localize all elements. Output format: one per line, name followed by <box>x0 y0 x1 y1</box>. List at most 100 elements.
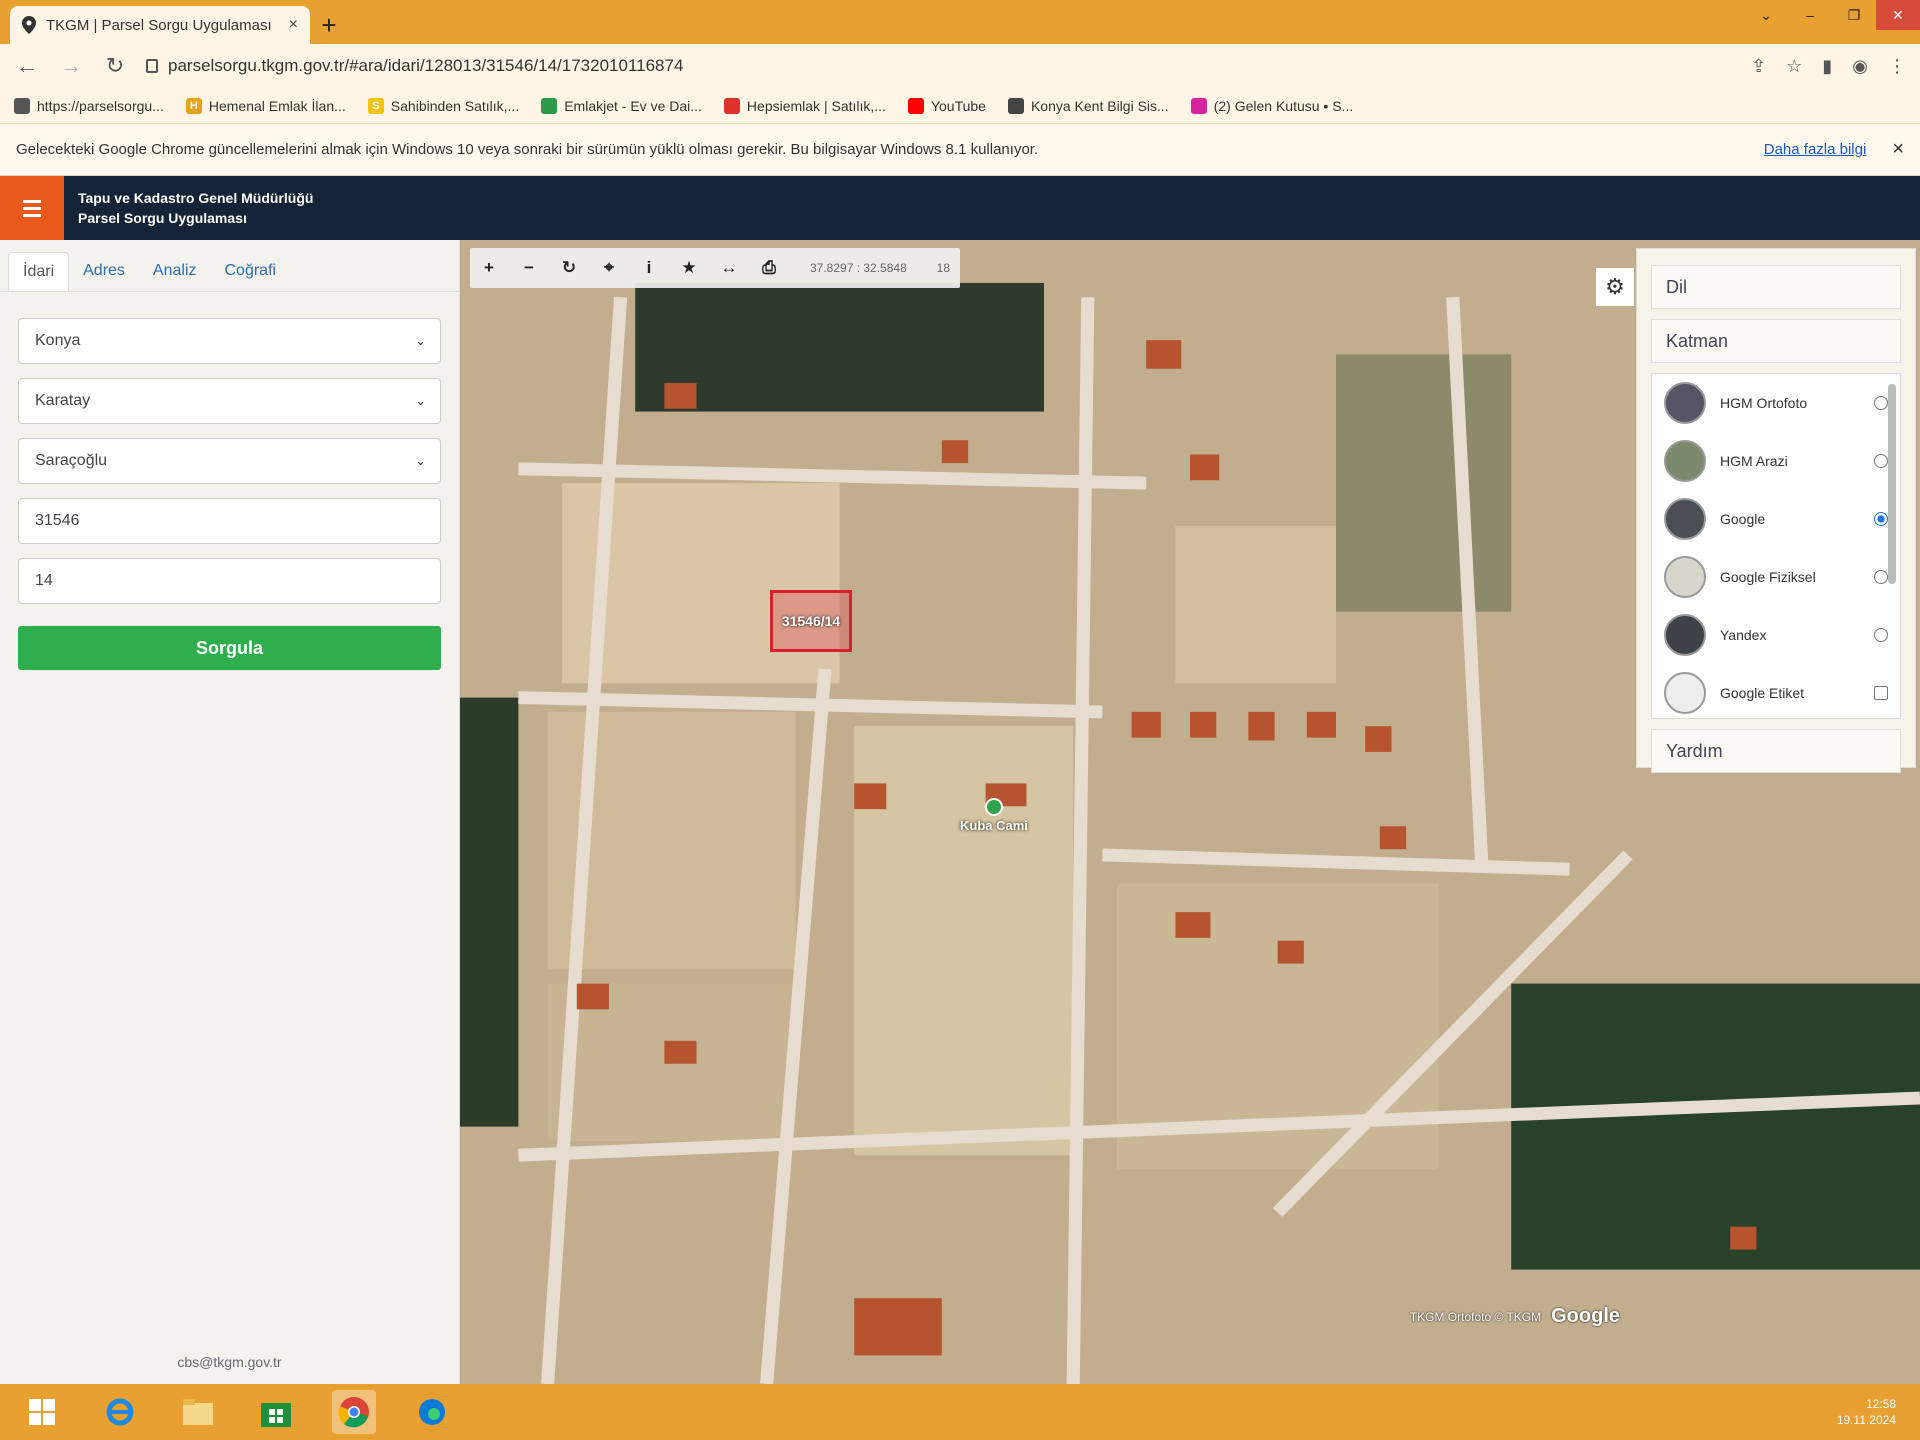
bookmark-item[interactable]: H Hemenal Emlak İlan... <box>185 97 346 114</box>
layer-item[interactable]: Yandex <box>1652 606 1900 664</box>
layer-radio[interactable] <box>1874 570 1888 584</box>
map-pin-icon <box>22 16 36 34</box>
bookmark-item[interactable]: Konya Kent Bilgi Sis... <box>1007 97 1169 114</box>
infobar-message: Gelecekteki Google Chrome güncellemeleri… <box>16 141 1039 158</box>
layer-scrollbar[interactable] <box>1888 384 1896 584</box>
system-tray-clock[interactable]: 12:58 19.11.2024 <box>1837 1396 1920 1428</box>
layer-radio[interactable] <box>1874 396 1888 410</box>
layer-name: Google Etiket <box>1720 685 1805 701</box>
tab-idari[interactable]: İdari <box>8 252 70 291</box>
selected-parcel[interactable]: 31546/14 <box>770 590 852 652</box>
layer-radio[interactable] <box>1874 628 1888 642</box>
file-explorer-icon[interactable] <box>176 1390 220 1434</box>
tab-title: TKGM | Parsel Sorgu Uygulaması <box>46 16 272 34</box>
neighborhood-select[interactable]: Saraçoğlu ⌄ <box>18 438 441 484</box>
side-panel-icon[interactable]: ▮ <box>1822 56 1832 77</box>
layer-item[interactable]: Google Fiziksel <box>1652 548 1900 606</box>
bookmark-item[interactable]: S Sahibinden Satılık,... <box>367 97 519 114</box>
bookmark-label: (2) Gelen Kutusu • S... <box>1213 97 1354 114</box>
parcel-number-input[interactable]: 14 <box>18 558 441 604</box>
layer-item[interactable]: Google Etiket <box>1652 664 1900 718</box>
layers-section-header[interactable]: Katman <box>1651 319 1901 363</box>
block-number-input[interactable]: 31546 <box>18 498 441 544</box>
query-button[interactable]: Sorgula <box>18 626 441 670</box>
close-window-button[interactable]: ✕ <box>1876 0 1920 30</box>
layer-item[interactable]: HGM Ortofoto <box>1652 374 1900 432</box>
more-info-link[interactable]: Daha fazla bilgi <box>1764 141 1867 158</box>
youtube-icon <box>907 97 924 114</box>
layer-checkbox[interactable] <box>1874 686 1888 700</box>
star-icon[interactable]: ☆ <box>1786 56 1802 77</box>
globe-icon <box>1007 97 1024 114</box>
bookmark-item[interactable]: Emlakjet - Ev ve Dai... <box>541 97 702 114</box>
refresh-icon[interactable]: ↻ <box>560 258 578 278</box>
tab-cografi[interactable]: Coğrafi <box>211 252 291 291</box>
map-view[interactable]: + − ↻ ⌖ i ★ ↔ ⎙ 37.8297 : 32.5848 18 315… <box>460 240 1920 1384</box>
bookmark-item[interactable]: (2) Gelen Kutusu • S... <box>1190 97 1354 114</box>
bookmarks-bar: https://parselsorgu... H Hemenal Emlak İla… <box>0 88 1920 124</box>
district-select[interactable]: Karatay ⌄ <box>18 378 441 424</box>
layer-thumbnail <box>1664 498 1706 540</box>
internet-explorer-icon[interactable] <box>98 1390 142 1434</box>
chevron-down-icon: ⌄ <box>415 453 426 468</box>
back-button[interactable]: ← <box>14 53 40 79</box>
menu-dots-icon[interactable]: ⋮ <box>1888 56 1906 77</box>
hamburger-menu-icon[interactable] <box>0 176 64 240</box>
language-section[interactable]: Dil <box>1651 265 1901 309</box>
profile-icon[interactable]: ◉ <box>1852 56 1868 77</box>
tab-analiz[interactable]: Analiz <box>139 252 211 291</box>
print-icon[interactable]: ⎙ <box>760 258 778 278</box>
layer-item[interactable]: Google <box>1652 490 1900 548</box>
house-icon <box>541 97 558 114</box>
locate-icon[interactable]: ⌖ <box>600 258 618 278</box>
bookmark-label: Hepsiemlak | Satılık,... <box>746 97 886 114</box>
map-toolbar: + − ↻ ⌖ i ★ ↔ ⎙ 37.8297 : 32.5848 18 <box>470 248 960 288</box>
forward-button[interactable]: → <box>58 53 84 79</box>
browser-tab[interactable]: TKGM | Parsel Sorgu Uygulaması × <box>10 6 310 44</box>
layer-radio[interactable] <box>1874 454 1888 468</box>
tab-close-icon[interactable]: × <box>289 16 298 34</box>
reload-button[interactable]: ↻ <box>102 53 128 79</box>
zoom-in-icon[interactable]: + <box>480 258 498 278</box>
store-icon[interactable] <box>254 1390 298 1434</box>
edge-icon[interactable] <box>410 1390 454 1434</box>
address-bar[interactable]: parselsorgu.tkgm.gov.tr/#ara/idari/12801… <box>146 50 1733 82</box>
help-section[interactable]: Yardım <box>1651 729 1901 773</box>
start-button[interactable] <box>20 1390 64 1434</box>
tab-adres[interactable]: Adres <box>69 252 139 291</box>
chrome-icon[interactable] <box>332 1390 376 1434</box>
lock-icon <box>146 59 158 73</box>
minimize-button[interactable]: – <box>1788 0 1832 30</box>
bookmark-item[interactable]: YouTube <box>907 97 986 114</box>
app-header: Tapu ve Kadastro Genel Müdürlüğü Parsel … <box>0 176 1920 240</box>
settings-gear-icon[interactable]: ⚙ <box>1596 268 1634 306</box>
bookmark-item[interactable]: Hepsiemlak | Satılık,... <box>723 97 886 114</box>
star-icon[interactable]: ★ <box>680 258 698 278</box>
contact-email[interactable]: cbs@tkgm.gov.tr <box>0 1354 459 1370</box>
maximize-button[interactable]: ❐ <box>1832 0 1876 30</box>
measure-icon[interactable]: ↔ <box>720 258 738 278</box>
map-attribution: TKGM Ortofoto © TKGM Google <box>1410 1305 1620 1328</box>
layer-panel: Dil Katman HGM Ortofoto HGM Arazi Google… <box>1636 248 1916 773</box>
toolbar-icons: ⇪ ☆ ▮ ◉ ⋮ <box>1751 56 1906 77</box>
share-icon[interactable]: ⇪ <box>1751 56 1766 77</box>
bookmark-letter-icon: H <box>185 97 202 114</box>
chevron-down-icon: ⌄ <box>415 333 426 348</box>
province-select[interactable]: Konya ⌄ <box>18 318 441 364</box>
bookmark-label: https://parselsorgu... <box>37 97 164 114</box>
zoom-out-icon[interactable]: − <box>520 258 538 278</box>
query-tabs: İdari Adres Analiz Coğrafi <box>0 240 459 292</box>
chevron-down-icon[interactable]: ⌄ <box>1744 0 1788 30</box>
layer-name: HGM Arazi <box>1720 453 1788 469</box>
layer-item[interactable]: HGM Arazi <box>1652 432 1900 490</box>
layer-radio[interactable] <box>1874 512 1888 526</box>
poi-marker[interactable]: Kuba Cami <box>960 798 1028 833</box>
windows-taskbar: 12:58 19.11.2024 <box>0 1384 1920 1440</box>
infobar-close-icon[interactable]: × <box>1892 138 1904 161</box>
window-controls: ⌄ – ❐ ✕ <box>1744 0 1920 30</box>
tab-strip: TKGM | Parsel Sorgu Uygulaması × + ⌄ – ❐… <box>0 0 1920 44</box>
layer-name: Google <box>1720 511 1766 527</box>
new-tab-button[interactable]: + <box>310 6 348 44</box>
info-icon[interactable]: i <box>640 258 658 278</box>
bookmark-item[interactable]: https://parselsorgu... <box>14 97 164 114</box>
